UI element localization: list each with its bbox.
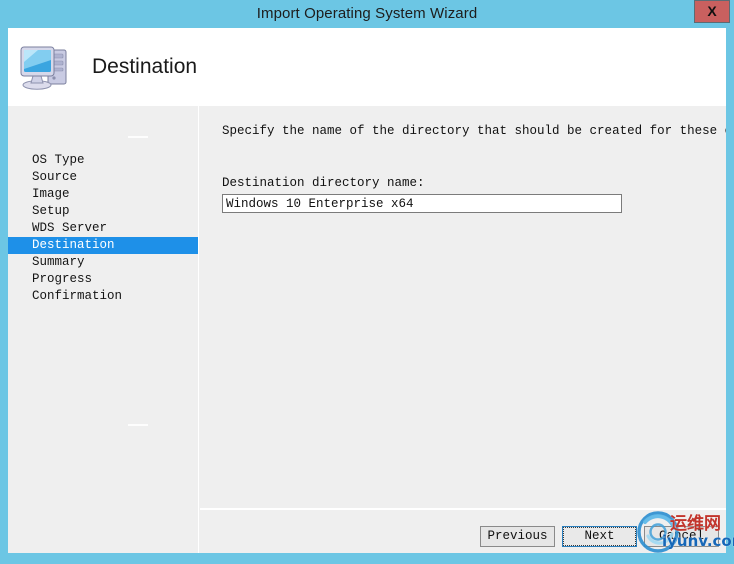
- footer-bar: Previous Next Cancel: [200, 510, 726, 553]
- wizard-window: Import Operating System Wizard X Destina…: [0, 0, 734, 564]
- instruction-text: Specify the name of the directory that s…: [222, 124, 726, 138]
- sidebar-item-summary[interactable]: Summary: [8, 254, 198, 271]
- sidebar-item-setup[interactable]: Setup: [8, 203, 198, 220]
- sidebar-item-progress[interactable]: Progress: [8, 271, 198, 288]
- destination-directory-input[interactable]: [222, 194, 622, 213]
- page-title: Destination: [92, 55, 198, 78]
- content-pane: Specify the name of the directory that s…: [200, 106, 726, 508]
- sidebar-item-os-type[interactable]: OS Type: [8, 152, 198, 169]
- sidebar-item-confirmation[interactable]: Confirmation: [8, 288, 198, 305]
- next-button-label: Next: [563, 527, 636, 546]
- sidebar: OS Type Source Image Setup WDS Server De…: [8, 106, 199, 553]
- sidebar-artifact: [128, 424, 148, 426]
- sidebar-nav-list: OS Type Source Image Setup WDS Server De…: [8, 152, 198, 305]
- next-button[interactable]: Next: [562, 526, 637, 547]
- computer-icon: [20, 46, 67, 90]
- dialog-header: Destination: [8, 28, 726, 106]
- close-button[interactable]: X: [694, 0, 730, 23]
- sidebar-item-destination[interactable]: Destination: [8, 237, 198, 254]
- sidebar-artifact: [128, 136, 148, 138]
- window-title: Import Operating System Wizard: [256, 5, 478, 22]
- previous-button[interactable]: Previous: [480, 526, 555, 547]
- cancel-button[interactable]: Cancel: [644, 526, 719, 547]
- dialog-body: Destination OS Type Source Image Setup W…: [8, 28, 726, 553]
- sidebar-item-wds-server[interactable]: WDS Server: [8, 220, 198, 237]
- sidebar-item-image[interactable]: Image: [8, 186, 198, 203]
- destination-directory-label: Destination directory name:: [222, 176, 425, 190]
- title-bar: Import Operating System Wizard X: [0, 0, 734, 27]
- close-icon: X: [707, 3, 717, 19]
- sidebar-item-source[interactable]: Source: [8, 169, 198, 186]
